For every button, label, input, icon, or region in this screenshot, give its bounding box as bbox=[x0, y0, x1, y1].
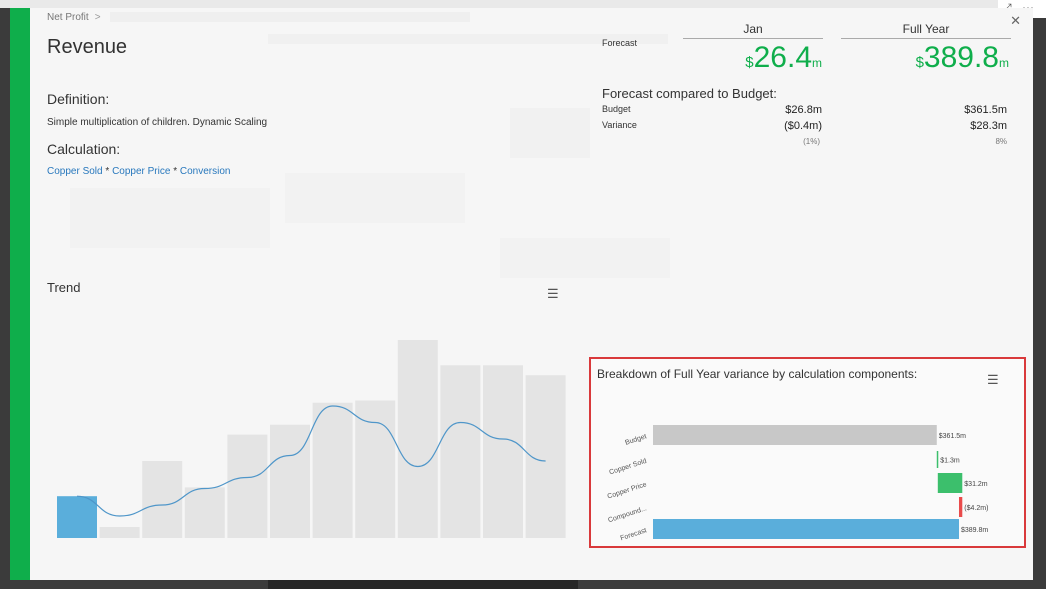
ghost-shape bbox=[500, 238, 670, 278]
variance-full-year-value: $28.3m bbox=[970, 120, 1007, 132]
variance-jan-value: ($0.4m) bbox=[784, 120, 822, 132]
breakdown-data-label: $361.5m bbox=[939, 433, 966, 440]
value-suffix: m bbox=[812, 56, 822, 70]
breakdown-data-label: $389.8m bbox=[961, 527, 988, 534]
window-top-strip bbox=[0, 0, 1046, 8]
trend-chart bbox=[57, 340, 566, 539]
full-year-forecast-value: $389.8m bbox=[850, 41, 1009, 75]
full-year-column-header: Full Year bbox=[841, 22, 1011, 39]
breakdown-visual[interactable]: Breakdown of Full Year variance by calcu… bbox=[589, 357, 1026, 548]
forecast-label: Forecast bbox=[602, 38, 638, 48]
breadcrumb-item[interactable]: Net Profit bbox=[47, 12, 89, 23]
detail-panel: ✕ Net Profit > Revenue Definition: Simple… bbox=[10, 8, 1033, 580]
breakdown-bar[interactable] bbox=[937, 473, 963, 493]
breakdown-category-label: Budget bbox=[624, 433, 647, 447]
currency-symbol: $ bbox=[915, 54, 924, 71]
budget-full-year-value: $361.5m bbox=[964, 104, 1007, 116]
ghost-shape bbox=[110, 12, 470, 22]
breakdown-chart: $361.5m Budget $1.3m Copper Sold $31.2m Coppe… bbox=[607, 425, 988, 542]
breakdown-data-label: ($4.2m) bbox=[964, 505, 988, 512]
calculation-formula: Copper Sold * Copper Price * Conversion bbox=[47, 166, 230, 177]
value-number: 26.4 bbox=[753, 41, 812, 74]
breakdown-category-label: Copper Price bbox=[607, 481, 648, 500]
breakdown-category-label: Forecast bbox=[620, 527, 648, 542]
budget-label: Budget bbox=[602, 104, 631, 114]
trend-bar[interactable] bbox=[483, 365, 523, 538]
variance-jan-pct: (1%) bbox=[803, 137, 820, 146]
trend-bar[interactable] bbox=[270, 424, 310, 538]
trend-bar[interactable] bbox=[440, 365, 481, 538]
breakdown-category-label: Compound... bbox=[607, 505, 647, 524]
ghost-shape bbox=[70, 188, 270, 248]
breadcrumb-separator: > bbox=[94, 12, 101, 23]
ghost-shape bbox=[510, 108, 590, 158]
trend-bar[interactable] bbox=[397, 340, 438, 538]
trend-bar[interactable] bbox=[99, 527, 140, 538]
breakdown-bar[interactable] bbox=[958, 497, 963, 517]
comparison-title: Forecast compared to Budget: bbox=[602, 86, 777, 101]
trend-bar[interactable] bbox=[57, 496, 97, 538]
calculation-heading: Calculation: bbox=[47, 141, 121, 157]
calc-link-copper-sold[interactable]: Copper Sold bbox=[47, 166, 103, 177]
breakdown-data-label: $1.3m bbox=[940, 458, 960, 465]
trend-bar[interactable] bbox=[142, 461, 183, 538]
close-icon[interactable]: ✕ bbox=[1010, 13, 1021, 29]
accent-bar bbox=[10, 8, 30, 580]
variance-label: Variance bbox=[602, 120, 637, 130]
ghost-shape bbox=[285, 173, 465, 223]
definition-heading: Definition: bbox=[47, 91, 110, 107]
jan-column-header: Jan bbox=[683, 22, 823, 39]
budget-jan-value: $26.8m bbox=[785, 104, 822, 116]
trend-bar[interactable] bbox=[184, 487, 225, 538]
trend-bar[interactable] bbox=[312, 402, 353, 538]
trend-title: Trend bbox=[47, 280, 81, 295]
variance-full-year-pct: 8% bbox=[995, 137, 1007, 146]
calc-operator: * bbox=[105, 166, 110, 177]
breakdown-bar[interactable] bbox=[653, 425, 937, 445]
value-suffix: m bbox=[999, 56, 1009, 70]
breakdown-category-label: Copper Sold bbox=[608, 458, 647, 477]
breakdown-bar[interactable] bbox=[936, 451, 939, 468]
currency-symbol: $ bbox=[745, 54, 754, 71]
page-title: Revenue bbox=[47, 36, 128, 58]
trend-bar[interactable] bbox=[355, 400, 396, 539]
trend-bar[interactable] bbox=[227, 434, 268, 538]
jan-forecast-value: $26.4m bbox=[710, 41, 822, 75]
breakdown-bar[interactable] bbox=[653, 519, 959, 539]
breadcrumb[interactable]: Net Profit > bbox=[47, 12, 101, 23]
hamburger-menu-icon[interactable]: ☰ bbox=[547, 286, 559, 302]
calc-operator: * bbox=[173, 166, 178, 177]
breakdown-data-label: $31.2m bbox=[964, 481, 988, 488]
calc-link-conversion[interactable]: Conversion bbox=[180, 166, 231, 177]
calc-link-copper-price[interactable]: Copper Price bbox=[112, 166, 170, 177]
definition-text: Simple multiplication of children. Dynam… bbox=[47, 117, 268, 128]
value-number: 389.8 bbox=[923, 41, 999, 74]
